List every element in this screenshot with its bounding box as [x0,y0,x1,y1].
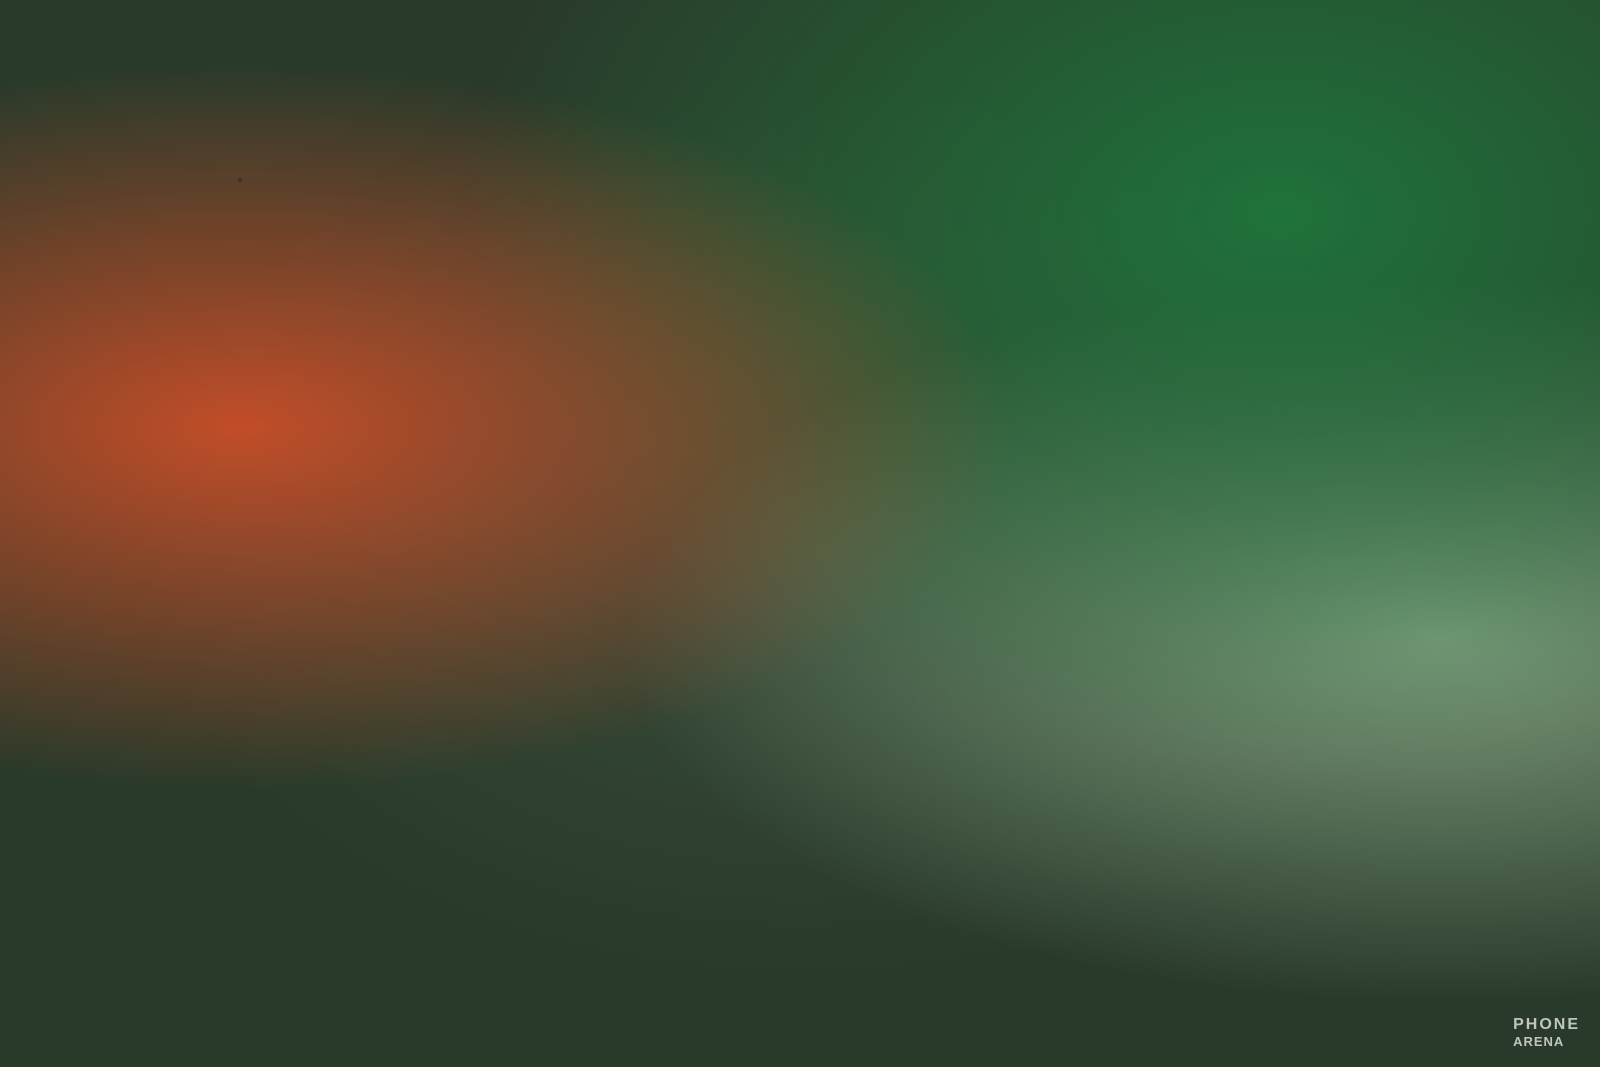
watermark: PHONE ARENA [1513,1016,1580,1049]
background [0,0,1600,1067]
watermark-line2: ARENA [1513,1034,1580,1049]
watermark-line1: PHONE [1513,1016,1580,1034]
